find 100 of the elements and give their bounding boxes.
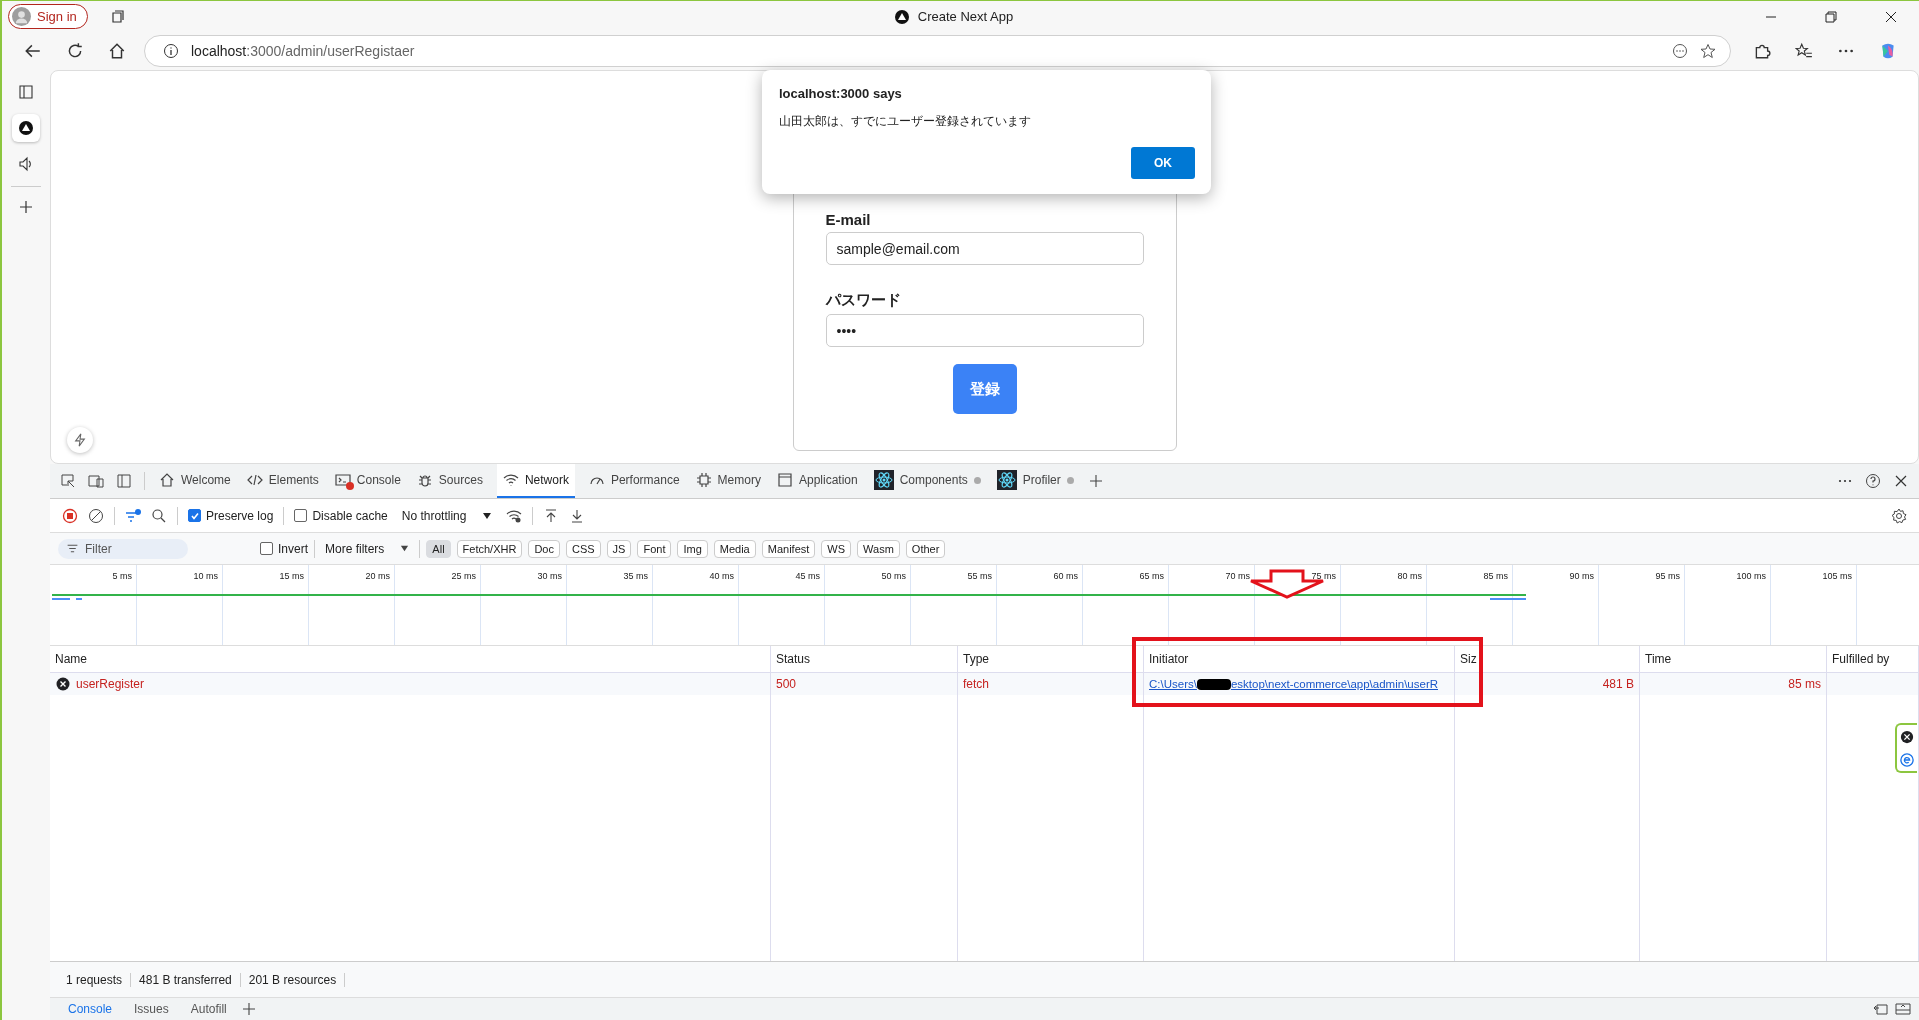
device-icon[interactable] bbox=[88, 473, 104, 489]
type-filter-chip[interactable]: All bbox=[426, 539, 451, 558]
invert-checkbox[interactable]: Invert bbox=[260, 541, 308, 556]
help-icon[interactable] bbox=[1865, 473, 1881, 489]
email-field[interactable]: sample@email.com bbox=[825, 232, 1144, 266]
devtools-tab[interactable]: Components bbox=[871, 464, 983, 498]
filter-icon[interactable] bbox=[125, 507, 141, 524]
preserve-log-checkbox[interactable]: Preserve log bbox=[188, 508, 274, 523]
workspaces-icon[interactable] bbox=[109, 8, 126, 25]
password-field[interactable]: •••• bbox=[825, 314, 1144, 348]
throttling-dropdown[interactable]: No throttling bbox=[397, 508, 497, 523]
letter-e-icon[interactable] bbox=[1900, 752, 1914, 767]
bug-icon bbox=[416, 472, 433, 488]
checkbox-icon[interactable] bbox=[294, 509, 308, 522]
timeline-tick-label: 80 ms bbox=[1397, 571, 1422, 581]
drawer-tab[interactable]: Autofill bbox=[182, 1002, 235, 1016]
type-filter-chip[interactable]: CSS bbox=[565, 539, 601, 558]
inspect-icon[interactable] bbox=[60, 473, 76, 489]
timeline-tick-label: 15 ms bbox=[279, 571, 304, 581]
copilot-icon[interactable] bbox=[1879, 42, 1897, 60]
restore-icon[interactable] bbox=[1823, 8, 1839, 25]
field-label: パスワード bbox=[825, 291, 902, 311]
tab-logo-icon bbox=[893, 8, 910, 25]
timeline-tick-label: 10 ms bbox=[193, 571, 218, 581]
close-icon[interactable] bbox=[1893, 473, 1909, 489]
filter-icon bbox=[66, 542, 79, 555]
devtools-tab[interactable]: Network bbox=[496, 464, 575, 498]
wifi-icon bbox=[502, 472, 519, 488]
drawer-tab[interactable]: Issues bbox=[126, 1002, 177, 1016]
timeline-tick-label: 35 ms bbox=[623, 571, 648, 581]
address-bar[interactable]: localhost:3000/admin/userRegistaer bbox=[144, 35, 1731, 67]
settings-icon[interactable] bbox=[1891, 507, 1907, 524]
undock-icon[interactable] bbox=[1873, 1001, 1889, 1017]
column-header[interactable]: Type bbox=[958, 646, 1144, 673]
register-button[interactable]: 登録 bbox=[952, 364, 1017, 414]
type-filter-chip[interactable]: Wasm bbox=[857, 539, 900, 558]
timeline-tick-label: 5 ms bbox=[112, 571, 132, 581]
timeline-tick-label: 45 ms bbox=[795, 571, 820, 581]
add-tab-icon[interactable] bbox=[240, 1001, 257, 1017]
timeline-tick-label: 55 ms bbox=[967, 571, 992, 581]
timeline-tick-label: 70 ms bbox=[1225, 571, 1250, 581]
devtools-tab[interactable]: Application bbox=[774, 464, 860, 498]
type-filter-chip[interactable]: Font bbox=[637, 539, 672, 558]
redaction-mark bbox=[1196, 678, 1231, 690]
search-icon[interactable] bbox=[151, 507, 167, 524]
type-filter-chip[interactable]: Fetch/XHR bbox=[456, 539, 523, 558]
filter-field[interactable]: Filter bbox=[58, 538, 188, 559]
more-filters-dropdown[interactable]: More filters bbox=[321, 541, 414, 556]
lightning-icon[interactable] bbox=[67, 427, 93, 453]
dialog-message: 山田太郎は、すでにユーザー登録されています bbox=[779, 113, 1032, 130]
add-tab-icon[interactable] bbox=[1087, 473, 1104, 489]
drawer-icon[interactable] bbox=[1895, 1001, 1911, 1017]
timeline-tick-label: 20 ms bbox=[365, 571, 390, 581]
column-header[interactable]: Initiator bbox=[1144, 646, 1455, 673]
timeline-tick-label: 105 ms bbox=[1822, 571, 1852, 581]
more-circle-icon[interactable] bbox=[1672, 43, 1688, 59]
checkbox-icon[interactable] bbox=[188, 509, 201, 522]
devtools-tab[interactable]: Console bbox=[332, 464, 403, 498]
type-filter-chip[interactable]: Manifest bbox=[761, 539, 816, 558]
type-filter-chip[interactable]: JS bbox=[606, 539, 632, 558]
type-filter-chip[interactable]: Other bbox=[905, 539, 946, 558]
app-icon[interactable] bbox=[12, 114, 40, 142]
devtools-tab[interactable]: Profiler bbox=[994, 464, 1076, 498]
type-filter-chip[interactable]: Img bbox=[677, 539, 708, 558]
disable-cache-checkbox[interactable]: Disable cache bbox=[294, 508, 388, 523]
home-icon[interactable] bbox=[108, 42, 126, 60]
devtools-tab[interactable]: Sources bbox=[414, 464, 485, 498]
stop-recording-icon[interactable] bbox=[62, 507, 78, 524]
type-filter-chip[interactable]: Doc bbox=[528, 539, 560, 558]
puzzle-icon[interactable] bbox=[1753, 42, 1771, 60]
sign-in-button[interactable]: Sign in bbox=[8, 4, 88, 29]
ok-button[interactable]: OK bbox=[1131, 147, 1195, 179]
column-header[interactable]: Status bbox=[771, 646, 958, 673]
type-filter-chip[interactable]: WS bbox=[821, 539, 852, 558]
drawer-tab[interactable]: Console bbox=[60, 1002, 121, 1016]
code-icon bbox=[246, 472, 263, 488]
request-name[interactable]: userRegister bbox=[76, 677, 145, 691]
timeline-tick-label: 75 ms bbox=[1311, 571, 1336, 581]
column-header[interactable]: Time bbox=[1640, 646, 1827, 673]
type-filter-chip[interactable]: Media bbox=[713, 539, 756, 558]
column-header[interactable]: Fulfilled by bbox=[1827, 646, 1919, 673]
column-header[interactable]: Name bbox=[50, 646, 771, 673]
reload-icon[interactable] bbox=[66, 42, 84, 60]
devtools-tab[interactable]: Elements bbox=[244, 464, 321, 498]
dock-icon[interactable] bbox=[116, 473, 132, 489]
window-icon bbox=[776, 472, 793, 488]
checkbox-icon[interactable] bbox=[260, 542, 273, 555]
close-circle-icon[interactable] bbox=[1900, 729, 1914, 744]
devtools-tab[interactable]: Performance bbox=[586, 464, 682, 498]
devtools-tab[interactable]: Welcome bbox=[157, 464, 233, 498]
caret-icon bbox=[400, 544, 410, 553]
timeline-tick-label: 65 ms bbox=[1139, 571, 1164, 581]
back-icon[interactable] bbox=[24, 42, 42, 60]
add-icon[interactable] bbox=[18, 199, 34, 215]
info-icon[interactable] bbox=[163, 43, 179, 59]
clear-icon[interactable] bbox=[88, 507, 104, 524]
column-header[interactable]: Siz bbox=[1455, 646, 1640, 673]
star-icon[interactable] bbox=[1700, 43, 1716, 59]
devtools-tab[interactable]: Memory bbox=[693, 464, 763, 498]
favorites-icon[interactable] bbox=[1795, 42, 1813, 60]
